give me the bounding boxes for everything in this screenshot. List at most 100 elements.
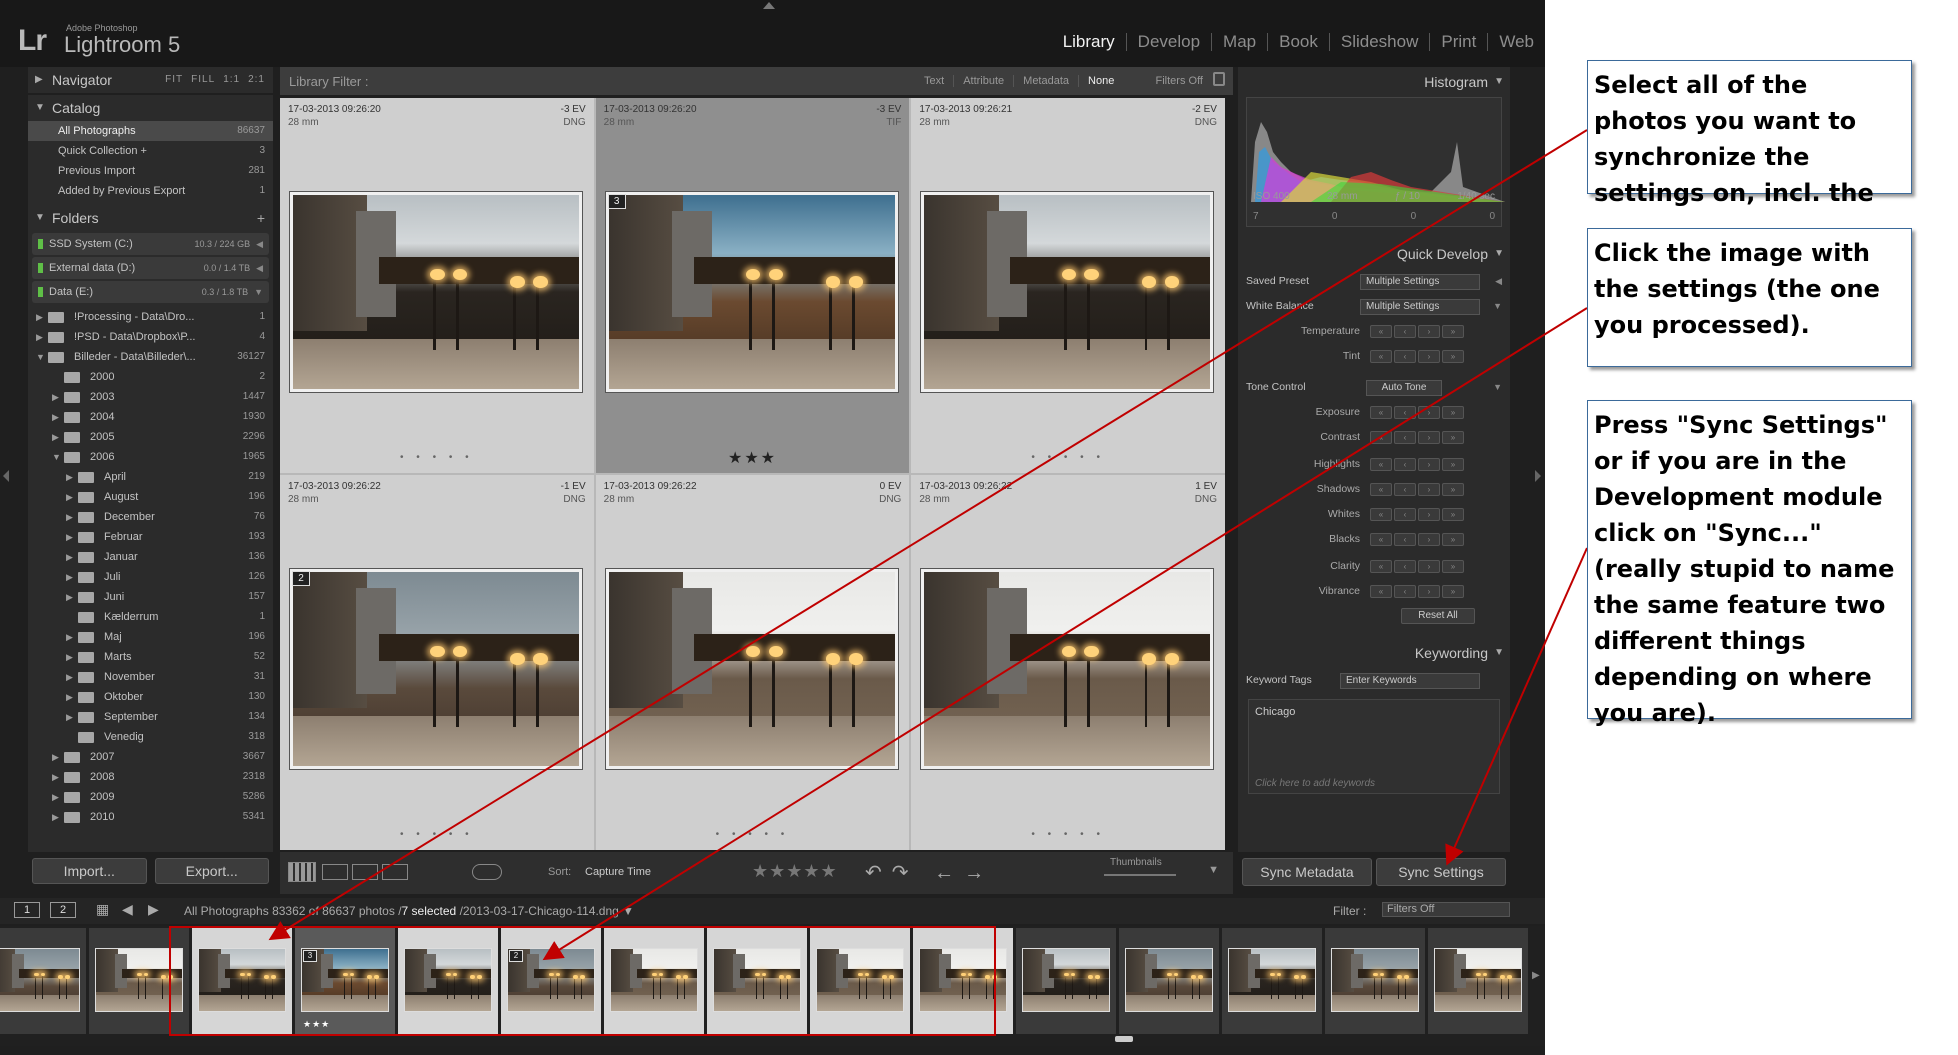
adjust-step-button[interactable]: › xyxy=(1418,508,1440,521)
grid-cell[interactable]: 17-03-2013 09:26:20 28 mm -3 EV TIF 3 ★★★ xyxy=(595,98,910,473)
adjust-step-button[interactable]: « xyxy=(1370,585,1392,598)
folder-item[interactable]: ▼ 2006 1965 xyxy=(28,447,273,467)
adjust-step-button[interactable]: » xyxy=(1442,325,1464,338)
source-name[interactable]: All Photographs xyxy=(184,904,269,918)
adjust-step-button[interactable]: » xyxy=(1442,533,1464,546)
thumbnail[interactable] xyxy=(290,569,582,769)
folder-item[interactable]: ▶ !PSD - Data\Dropbox\P... 4 xyxy=(28,327,273,347)
collapse-icon[interactable]: ▼ xyxy=(1493,294,1502,319)
survey-view-icon[interactable] xyxy=(382,864,408,880)
catalog-item[interactable]: Quick Collection + 3 xyxy=(28,141,273,161)
module-library[interactable]: Library xyxy=(1052,33,1126,51)
keywords-textarea[interactable]: Chicago Click here to add keywords xyxy=(1248,699,1500,794)
filter-option-attribute[interactable]: Attribute xyxy=(953,75,1013,87)
stack-badge[interactable]: 3 xyxy=(303,950,317,962)
star-rating[interactable]: ★★★ xyxy=(596,448,910,468)
toolbar-menu-icon[interactable]: ▼ xyxy=(1208,864,1219,876)
rotate-icons[interactable]: ↶↷ ←→ xyxy=(865,860,994,885)
folder-item[interactable]: Venedig 318 xyxy=(28,727,273,747)
grid-cell[interactable]: 17-03-2013 09:26:20 28 mm -3 EV DNG • • • • … xyxy=(280,98,594,473)
folder-item[interactable]: ▶ Oktober 130 xyxy=(28,687,273,707)
adjust-step-button[interactable]: ‹ xyxy=(1394,560,1416,573)
adjust-step-button[interactable]: » xyxy=(1442,350,1464,363)
expand-icon[interactable]: ◀ xyxy=(1495,269,1502,294)
adjust-step-button[interactable]: ‹ xyxy=(1394,406,1416,419)
zoom-1-1[interactable]: 1:1 xyxy=(223,74,240,85)
thumbnail[interactable] xyxy=(921,569,1214,769)
sort-select[interactable]: Capture Time xyxy=(585,866,651,878)
adjust-step-button[interactable]: › xyxy=(1418,560,1440,573)
module-slideshow[interactable]: Slideshow xyxy=(1328,33,1430,51)
adjust-step-button[interactable]: ‹ xyxy=(1394,508,1416,521)
rating-dots[interactable]: • • • • • xyxy=(911,452,1225,463)
folder-expand-icon[interactable]: ▶ xyxy=(66,527,78,547)
folder-expand-icon[interactable]: ▶ xyxy=(36,327,48,347)
thumbnail-size-slider[interactable] xyxy=(1104,874,1176,876)
folder-expand-icon[interactable]: ▼ xyxy=(36,347,48,367)
loupe-view-icon[interactable] xyxy=(322,864,348,880)
module-book[interactable]: Book xyxy=(1267,33,1329,51)
adjust-step-button[interactable]: › xyxy=(1418,458,1440,471)
folder-expand-icon[interactable]: ▶ xyxy=(66,647,78,667)
thumbnail[interactable] xyxy=(605,192,898,392)
folder-expand-icon[interactable]: ▶ xyxy=(66,507,78,527)
folder-expand-icon[interactable]: ▶ xyxy=(66,567,78,587)
folder-item[interactable]: Kælderrum 1 xyxy=(28,607,273,627)
white-balance-select[interactable]: Multiple Settings xyxy=(1360,299,1480,315)
adjust-step-button[interactable]: « xyxy=(1370,406,1392,419)
adjust-step-button[interactable]: » xyxy=(1442,431,1464,444)
window-2-button[interactable]: 2 xyxy=(50,902,76,918)
zoom-2-1[interactable]: 2:1 xyxy=(248,74,265,85)
folder-expand-icon[interactable]: ▶ xyxy=(52,387,64,407)
folder-item[interactable]: ▶ Marts 52 xyxy=(28,647,273,667)
folder-item[interactable]: ▶ Juni 157 xyxy=(28,587,273,607)
folder-expand-icon[interactable]: ▶ xyxy=(66,587,78,607)
module-map[interactable]: Map xyxy=(1211,33,1267,51)
collapse-icon[interactable]: ▼ xyxy=(1493,375,1502,400)
folder-item[interactable]: ▶ September 134 xyxy=(28,707,273,727)
folder-item[interactable]: ▶ August 196 xyxy=(28,487,273,507)
adjust-step-button[interactable]: ‹ xyxy=(1394,533,1416,546)
source-dropdown-icon[interactable]: ▼ xyxy=(622,904,634,918)
volume-toggle-icon[interactable]: ◀ xyxy=(256,263,263,274)
adjust-step-button[interactable]: « xyxy=(1370,431,1392,444)
folder-item[interactable]: ▶ 2004 1930 xyxy=(28,407,273,427)
top-panel-toggle-icon[interactable] xyxy=(763,2,775,9)
adjust-step-button[interactable]: › xyxy=(1418,350,1440,363)
quick-develop-header[interactable]: Quick Develop ▼ xyxy=(1238,239,1510,269)
filter-option-metadata[interactable]: Metadata xyxy=(1013,75,1078,87)
module-print[interactable]: Print xyxy=(1429,33,1487,51)
adjust-step-button[interactable]: ‹ xyxy=(1394,483,1416,496)
adjust-step-button[interactable]: « xyxy=(1370,533,1392,546)
folder-expand-icon[interactable]: ▶ xyxy=(36,307,48,327)
volume-toggle-icon[interactable]: ◀ xyxy=(256,239,263,250)
folder-item[interactable]: ▼ Billeder - Data\Billeder\... 36127 xyxy=(28,347,273,367)
folder-expand-icon[interactable]: ▶ xyxy=(66,667,78,687)
folder-expand-icon[interactable]: ▶ xyxy=(52,787,64,807)
folder-item[interactable]: 2000 2 xyxy=(28,367,273,387)
volume-toggle-icon[interactable]: ▼ xyxy=(254,287,263,297)
folder-item[interactable]: ▶ November 31 xyxy=(28,667,273,687)
folder-item[interactable]: ▶ Maj 196 xyxy=(28,627,273,647)
rating-dots[interactable]: • • • • • xyxy=(280,452,594,463)
export-button[interactable]: Export... xyxy=(154,858,269,884)
folder-expand-icon[interactable]: ▶ xyxy=(66,487,78,507)
volume-item[interactable]: External data (D:) 0.0 / 1.4 TB ◀ xyxy=(32,257,269,279)
folder-item[interactable]: ▶ Januar 136 xyxy=(28,547,273,567)
folder-expand-icon[interactable]: ▶ xyxy=(52,747,64,767)
rating-dots[interactable]: • • • • • xyxy=(596,829,910,840)
adjust-step-button[interactable]: » xyxy=(1442,483,1464,496)
folder-expand-icon[interactable]: ▼ xyxy=(52,447,64,467)
folder-expand-icon[interactable]: ▶ xyxy=(52,427,64,447)
folder-item[interactable]: ▶ 2005 2296 xyxy=(28,427,273,447)
adjust-step-button[interactable]: ‹ xyxy=(1394,431,1416,444)
adjust-step-button[interactable]: » xyxy=(1442,585,1464,598)
sync-settings-button[interactable]: Sync Settings xyxy=(1376,858,1506,886)
folder-item[interactable]: ▶ December 76 xyxy=(28,507,273,527)
sync-metadata-button[interactable]: Sync Metadata xyxy=(1242,858,1372,886)
add-folder-icon[interactable]: + xyxy=(257,205,265,231)
adjust-step-button[interactable]: « xyxy=(1370,508,1392,521)
folder-expand-icon[interactable]: ▶ xyxy=(66,467,78,487)
window-1-button[interactable]: 1 xyxy=(14,902,40,918)
folder-expand-icon[interactable]: ▶ xyxy=(52,407,64,427)
